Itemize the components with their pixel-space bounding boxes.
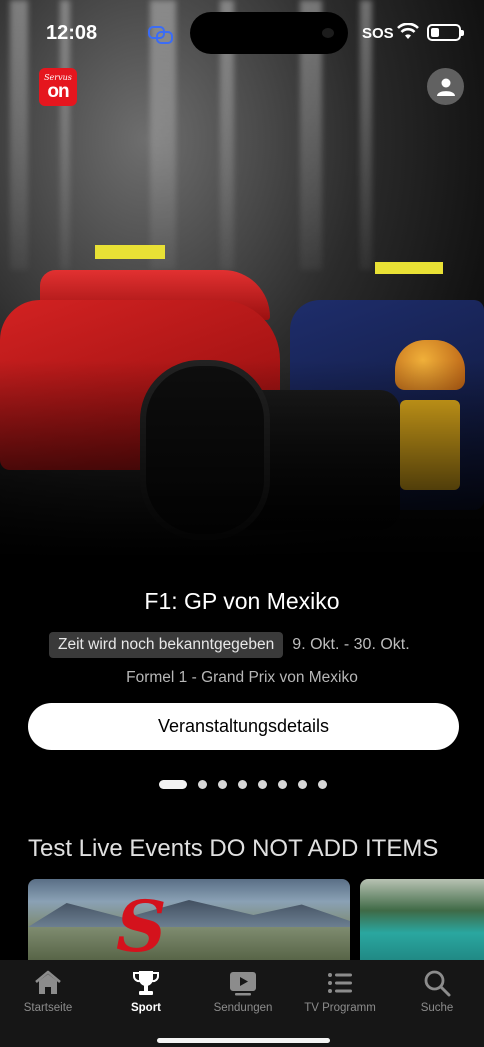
home-icon (35, 970, 61, 994)
trophy-icon (133, 971, 159, 995)
date-range: 9. Okt. - 30. Okt. (292, 636, 410, 653)
carousel-dot[interactable] (318, 780, 327, 789)
carousel-dot[interactable] (159, 780, 187, 789)
tab-suche[interactable]: Suche (389, 968, 484, 1014)
home-indicator[interactable] (157, 1038, 330, 1043)
section-title: Test Live Events DO NOT ADD ITEMS (28, 835, 439, 862)
carousel-dot[interactable] (298, 780, 307, 789)
tab-bar: Startseite Sport Sendungen TV Programm S… (0, 960, 484, 1047)
carousel-dot[interactable] (218, 780, 227, 789)
tab-startseite[interactable]: Startseite (0, 968, 96, 1014)
carousel-dot[interactable] (278, 780, 287, 789)
carousel-dot[interactable] (238, 780, 247, 789)
status-bar: 12:08 SOS (0, 0, 484, 62)
carousel-dot[interactable] (198, 780, 207, 789)
list-icon (328, 973, 352, 993)
search-icon (424, 970, 451, 997)
battery-icon (427, 24, 464, 41)
user-icon (436, 78, 455, 96)
dynamic-island (190, 12, 348, 54)
screen-mirroring-icon (148, 26, 173, 44)
tab-sport[interactable]: Sport (98, 968, 194, 1014)
card-logo-script: S (116, 885, 167, 968)
tab-sendungen[interactable]: Sendungen (195, 968, 291, 1014)
tab-tv-programm[interactable]: TV Programm (292, 968, 388, 1014)
event-card[interactable] (360, 879, 484, 969)
event-meta: Zeit wird noch bekanntgegeben 9. Okt. - … (49, 632, 410, 658)
event-card[interactable]: S (28, 879, 350, 969)
event-subtitle: Formel 1 - Grand Prix von Mexiko (126, 669, 358, 686)
event-details-button[interactable]: Veranstaltungsdetails (28, 703, 459, 750)
servus-on-logo[interactable]: Servus on (39, 68, 77, 106)
carousel-dot[interactable] (258, 780, 267, 789)
play-icon (230, 972, 256, 996)
sos-indicator: SOS (362, 25, 394, 42)
profile-button[interactable] (427, 68, 464, 105)
status-time: 12:08 (46, 22, 98, 44)
event-title: F1: GP von Mexiko (144, 588, 340, 614)
wifi-icon (397, 23, 419, 39)
carousel-pagination[interactable] (159, 780, 338, 789)
time-badge: Zeit wird noch bekanntgegeben (49, 632, 284, 658)
